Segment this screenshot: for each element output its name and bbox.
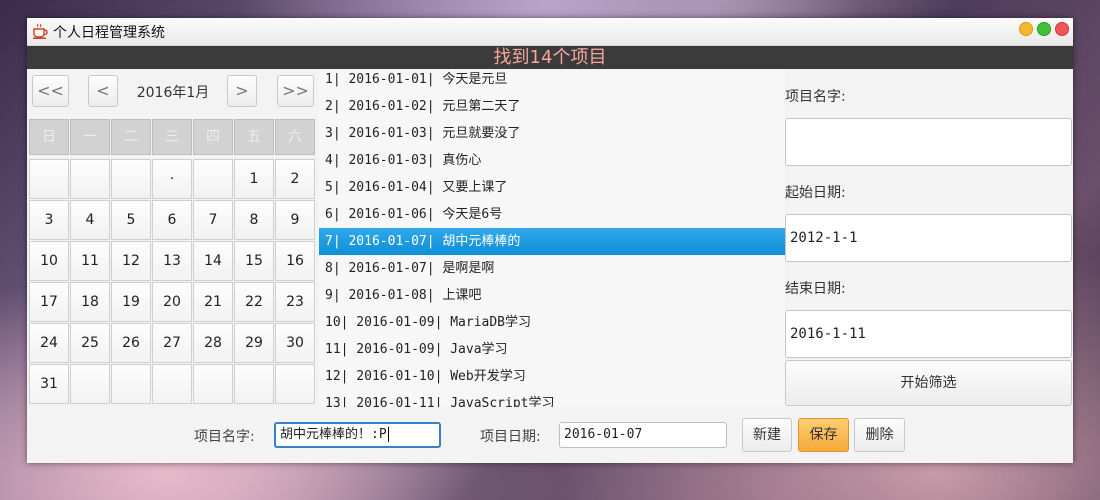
calendar-day-cell[interactable]: 4 [70,200,110,240]
next-month-button[interactable]: > [227,75,257,107]
filter-end-date-input[interactable]: 2016-1-11 [785,310,1072,358]
coffee-cup-icon [33,23,48,39]
calendar-day-cell[interactable]: 3 [29,200,69,240]
filter-start-label: 起始日期: [785,185,846,201]
calendar-day-cell[interactable]: 29 [234,323,274,363]
calendar-day-cell[interactable]: 18 [70,282,110,322]
calendar-day-cell[interactable]: 31 [29,364,69,404]
new-button[interactable]: 新建 [742,418,792,452]
list-item[interactable]: 7| 2016-01-07| 胡中元棒棒的 [319,228,785,255]
item-date-label: 项目日期: [480,429,541,445]
calendar-day-cell[interactable] [29,159,69,199]
prev-month-button[interactable]: < [88,75,118,107]
weekday-header: 二 [111,119,151,155]
calendar-day-cell[interactable]: 6 [152,200,192,240]
calendar-day-cell[interactable]: 10 [29,241,69,281]
result-count-banner: 找到14个项目 [27,46,1073,69]
title-bar: 个人日程管理系统 [27,18,1073,46]
calendar-day-cell[interactable] [70,159,110,199]
calendar-day-cell[interactable]: 5 [111,200,151,240]
list-item[interactable]: 3| 2016-01-03| 元旦就要没了 [319,120,785,147]
calendar-day-cell[interactable]: 12 [111,241,151,281]
text-caret [387,427,389,442]
delete-button[interactable]: 删除 [854,418,905,452]
list-item[interactable]: 2| 2016-01-02| 元旦第二天了 [319,93,785,120]
calendar-day-cell[interactable]: 7 [193,200,233,240]
calendar-day-cell[interactable]: 30 [275,323,315,363]
calendar-day-cell[interactable]: 16 [275,241,315,281]
filter-name-label: 项目名字: [785,89,846,105]
calendar-day-cell[interactable]: 15 [234,241,274,281]
calendar-day-cell[interactable] [275,364,315,404]
calendar-day-cell[interactable] [234,364,274,404]
window-title: 个人日程管理系统 [53,25,165,41]
weekday-header: 一 [70,119,110,155]
calendar-day-cell[interactable] [193,159,233,199]
prev-year-button[interactable]: << [32,75,69,107]
list-item[interactable]: 4| 2016-01-03| 真伤心 [319,147,785,174]
filter-end-label: 结束日期: [785,281,846,297]
save-button[interactable]: 保存 [798,418,849,452]
calendar-day-cell[interactable]: 1 [234,159,274,199]
calendar-day-cell[interactable]: 2 [275,159,315,199]
calendar-day-cell[interactable]: 17 [29,282,69,322]
list-item[interactable]: 1| 2016-01-01| 今天是元旦 [319,70,785,93]
calendar-day-cell[interactable] [152,364,192,404]
calendar-day-cell[interactable]: 19 [111,282,151,322]
calendar-day-cell[interactable]: 9 [275,200,315,240]
weekday-header: 日 [29,119,69,155]
list-item[interactable]: 9| 2016-01-08| 上课吧 [319,282,785,309]
start-filter-button[interactable]: 开始筛选 [785,360,1072,406]
next-year-button[interactable]: >> [277,75,314,107]
calendar-day-cell[interactable]: · [152,159,192,199]
item-name-input[interactable]: 胡中元棒棒的！:P [274,422,441,448]
calendar-day-cell[interactable]: 11 [70,241,110,281]
calendar-day-cell[interactable]: 24 [29,323,69,363]
calendar-day-cell[interactable]: 23 [275,282,315,322]
weekday-header: 六 [275,119,315,155]
calendar-day-cell[interactable]: 20 [152,282,192,322]
filter-name-input[interactable] [785,118,1072,166]
weekday-header: 三 [152,119,192,155]
calendar-day-cell[interactable]: 8 [234,200,274,240]
list-item[interactable]: 13| 2016-01-11| JavaScript学习 [319,390,785,407]
calendar-day-cell[interactable]: 21 [193,282,233,322]
calendar-month-label: 2016年1月 [136,85,210,101]
close-button[interactable] [1055,22,1069,36]
filter-start-date-input[interactable]: 2012-1-1 [785,214,1072,262]
list-item[interactable]: 6| 2016-01-06| 今天是6号 [319,201,785,228]
weekday-header: 四 [193,119,233,155]
calendar-day-cell[interactable]: 27 [152,323,192,363]
maximize-button[interactable] [1037,22,1051,36]
app-window: 个人日程管理系统 找到14个项目 << < 2016年1月 > >> 日一二三四… [27,18,1073,463]
list-item[interactable]: 8| 2016-01-07| 是啊是啊 [319,255,785,282]
item-list[interactable]: 1| 2016-01-01| 今天是元旦 2| 2016-01-02| 元旦第二天… [319,70,785,407]
calendar-day-cell[interactable] [193,364,233,404]
list-item[interactable]: 12| 2016-01-10| Web开发学习 [319,363,785,390]
list-item[interactable]: 10| 2016-01-09| MariaDB学习 [319,309,785,336]
calendar-day-cell[interactable]: 25 [70,323,110,363]
item-name-label: 项目名字: [194,429,255,445]
calendar-day-cell[interactable] [70,364,110,404]
calendar-day-cell[interactable]: 26 [111,323,151,363]
list-item[interactable]: 11| 2016-01-09| Java学习 [319,336,785,363]
list-item[interactable]: 5| 2016-01-04| 又要上课了 [319,174,785,201]
item-date-input[interactable]: 2016-01-07 [559,422,727,448]
calendar-day-cell[interactable]: 22 [234,282,274,322]
weekday-header: 五 [234,119,274,155]
calendar-day-cell[interactable]: 13 [152,241,192,281]
item-name-value: 胡中元棒棒的！:P [280,427,387,442]
calendar-day-cell[interactable] [111,364,151,404]
calendar-day-cell[interactable] [111,159,151,199]
minimize-button[interactable] [1019,22,1033,36]
calendar-day-cell[interactable]: 14 [193,241,233,281]
calendar-day-cell[interactable]: 28 [193,323,233,363]
